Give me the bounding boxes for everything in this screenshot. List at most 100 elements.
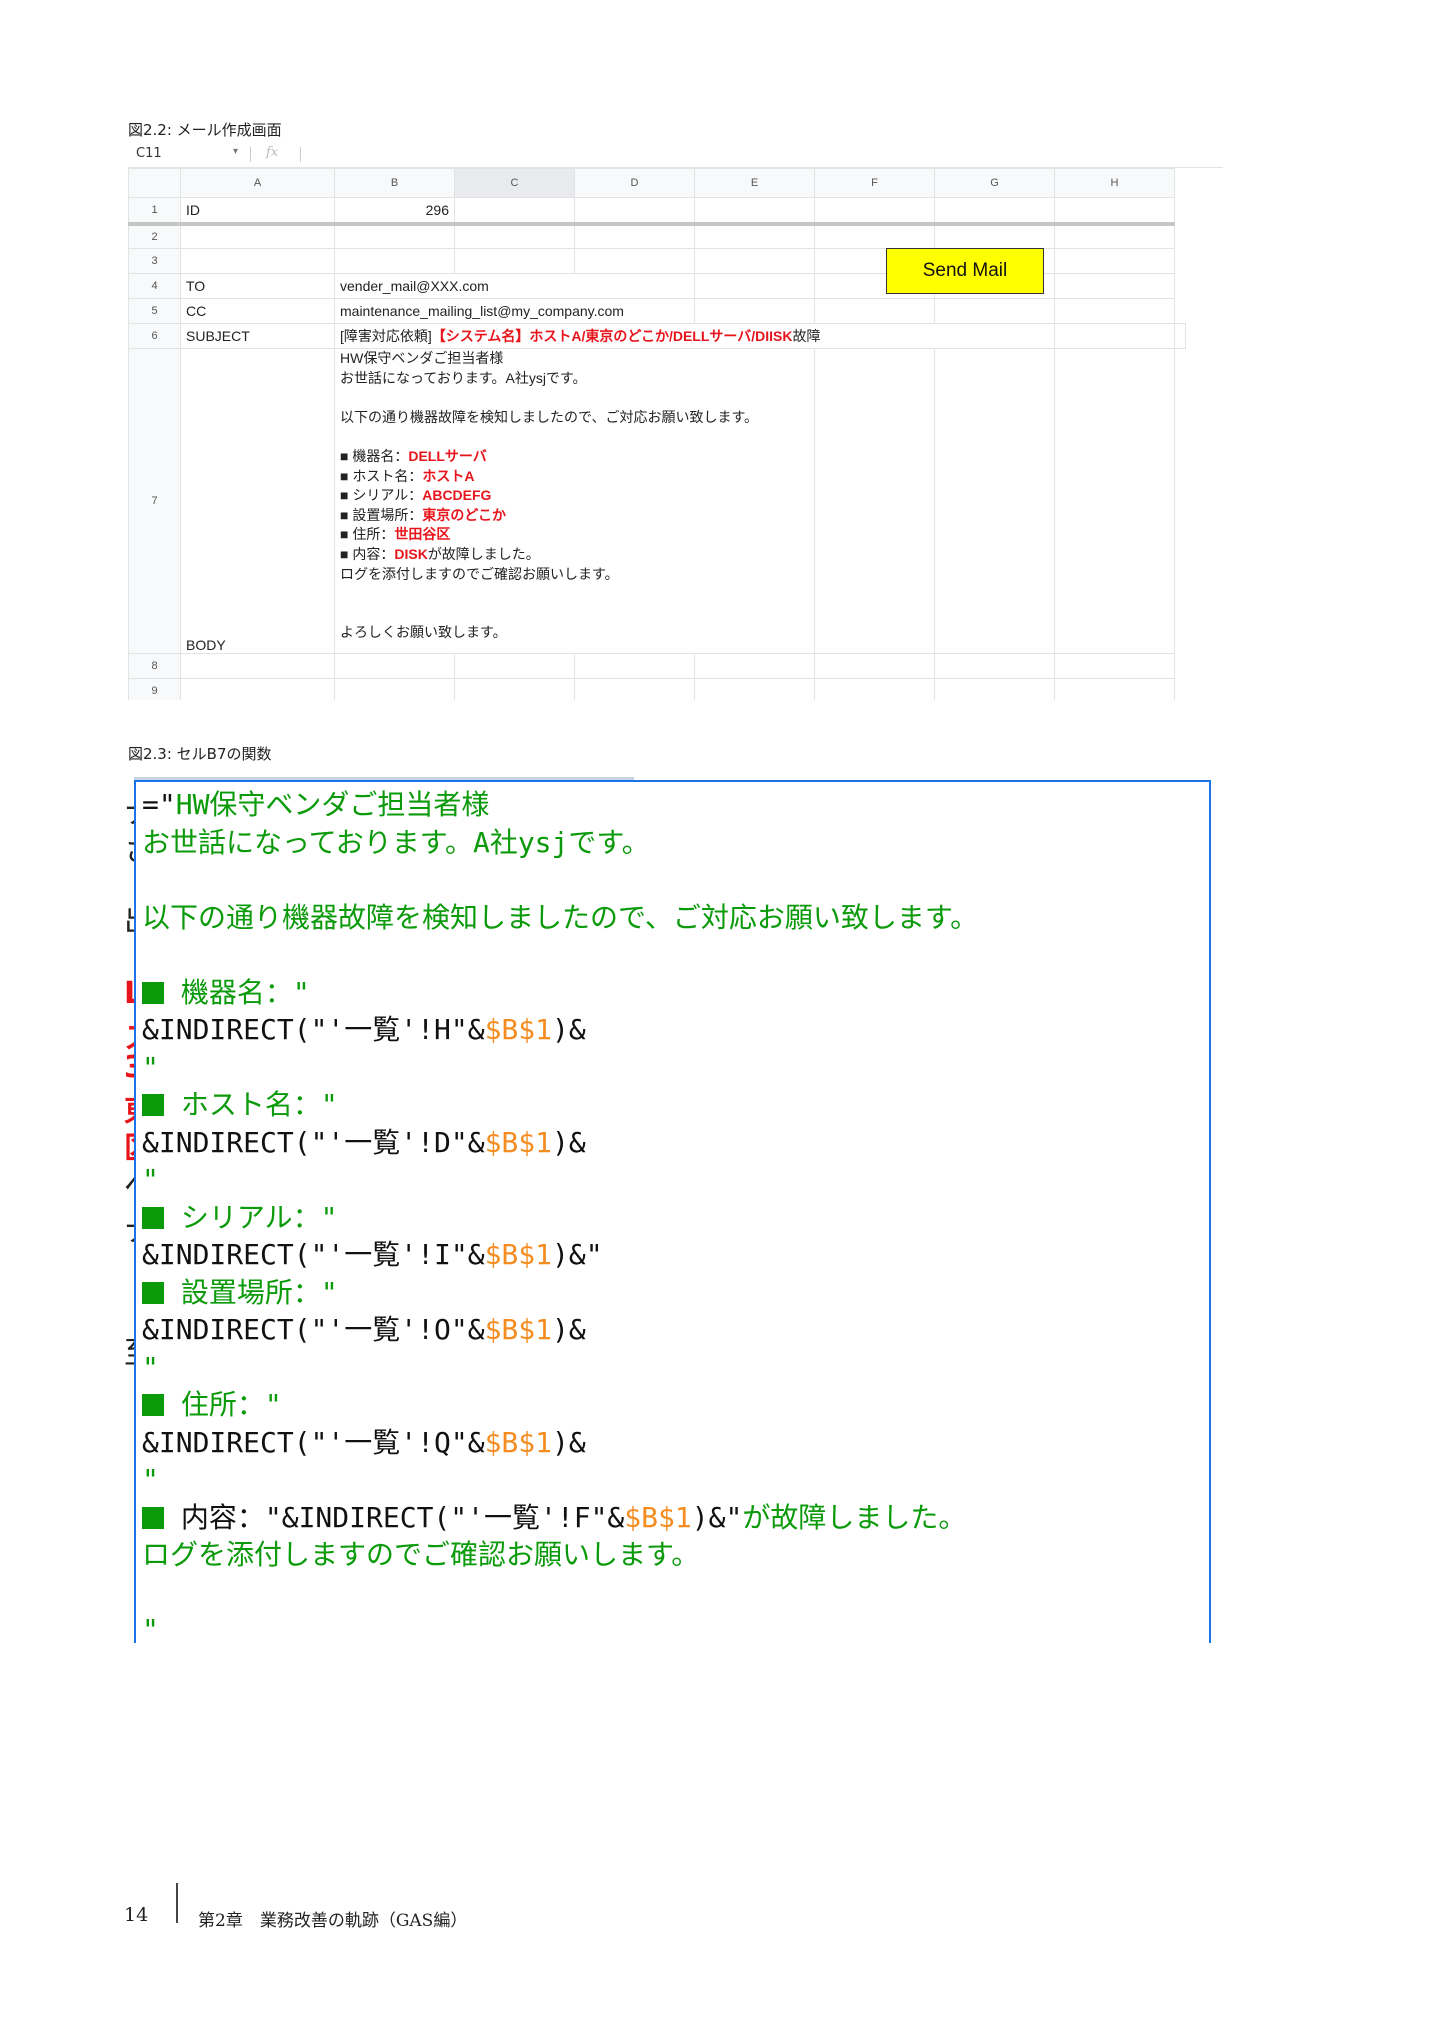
cell-ref-token: $B$1 (484, 1125, 553, 1159)
column-header-d[interactable]: D (574, 168, 695, 198)
cell-b1[interactable]: 296 (334, 197, 455, 226)
cell[interactable] (1054, 653, 1175, 679)
column-header-c[interactable]: C (454, 168, 575, 198)
row-header[interactable]: 9 (128, 678, 181, 700)
cell[interactable] (814, 678, 935, 700)
cell[interactable] (934, 223, 1055, 249)
cell-ref-token: $B$1 (484, 1013, 553, 1046)
figure-2-3-caption: 図2.3: セルB7の関数 (128, 745, 272, 763)
body-line: HW保守ベンダご担当者様 (340, 350, 504, 366)
send-mail-button[interactable]: Send Mail (886, 248, 1044, 294)
item-value: 世田谷区 (394, 526, 451, 543)
table-row: 5 CC maintenance_mailing_list@my_company… (128, 298, 1186, 324)
column-header-g[interactable]: G (934, 168, 1055, 198)
row-header[interactable]: 3 (128, 248, 181, 274)
cell[interactable] (934, 653, 1055, 679)
formula-token: ホスト名：" (164, 1088, 338, 1121)
cell[interactable] (1054, 273, 1175, 299)
body-item: ■ 内容：DISKが故障しました。 (340, 545, 809, 565)
cell[interactable] (574, 653, 695, 679)
square-bullet-icon (142, 1094, 164, 1116)
cell[interactable] (694, 273, 815, 299)
row-header[interactable]: 8 (128, 653, 181, 679)
cell-a1[interactable]: ID (180, 197, 335, 226)
table-row: 7 BODY HW保守ベンダご担当者様 お世話になっております。A社ysjです。… (128, 348, 1186, 654)
column-header-f[interactable]: F (814, 168, 935, 198)
column-header-row: A B C D E F G H (128, 168, 1186, 198)
cell[interactable] (934, 197, 1055, 226)
row-header[interactable]: 4 (128, 273, 181, 299)
cell[interactable] (180, 223, 335, 249)
cell[interactable] (454, 197, 575, 226)
cell[interactable] (934, 678, 1055, 700)
cell[interactable] (574, 223, 695, 249)
formula-text: ="HW保守ベンダご担当者様 お世話になっております。A社ysjです。 以下の通… (142, 786, 978, 1643)
cell[interactable] (454, 653, 575, 679)
column-header-e[interactable]: E (694, 168, 815, 198)
cell[interactable] (814, 197, 935, 226)
cell[interactable] (814, 298, 935, 324)
cell[interactable] (180, 678, 335, 700)
cell[interactable] (814, 223, 935, 249)
cell[interactable] (1054, 678, 1175, 700)
cell[interactable] (1174, 323, 1186, 349)
cell[interactable] (180, 653, 335, 679)
row-header[interactable]: 7 (128, 348, 181, 654)
item-label: ■ 設置場所： (340, 506, 423, 523)
cell[interactable] (934, 298, 1055, 324)
cell[interactable] (934, 348, 1055, 654)
cell[interactable] (694, 197, 815, 226)
cell-b5[interactable]: maintenance_mailing_list@my_company.com (334, 298, 695, 324)
cell-reference[interactable]: C11 (136, 146, 162, 161)
select-all-corner[interactable] (128, 168, 181, 198)
row-header[interactable]: 5 (128, 298, 181, 324)
column-header-b[interactable]: B (334, 168, 455, 198)
cell-b7[interactable]: HW保守ベンダご担当者様 お世話になっております。A社ysjです。 以下の通り機… (334, 348, 815, 654)
cell-b6[interactable]: [障害対応依頼]【システム名】ホストA/東京のどこか/DELLサーバ/DIISK… (334, 323, 1055, 349)
cell[interactable] (814, 348, 935, 654)
formula-token: 内容："&INDIRECT("'一覧'!F"& (164, 1500, 625, 1534)
row-header[interactable]: 6 (128, 323, 181, 349)
column-header-h[interactable]: H (1054, 168, 1175, 198)
cell-ref-token: $B$1 (624, 1500, 692, 1534)
formula-edit-box[interactable]: ="HW保守ベンダご担当者様 お世話になっております。A社ysjです。 以下の通… (134, 780, 1211, 1643)
cell[interactable] (1054, 323, 1175, 349)
cell[interactable] (454, 248, 575, 274)
square-bullet-icon (142, 1506, 164, 1529)
column-header-a[interactable]: A (180, 168, 335, 198)
cell[interactable] (180, 248, 335, 274)
item-value: 東京のどこか (422, 506, 506, 523)
cell-a4[interactable]: TO (180, 273, 335, 299)
square-bullet-icon (142, 1281, 164, 1304)
formula-token: &INDIRECT("'一覧'!I"& (142, 1238, 485, 1271)
cell[interactable] (1054, 348, 1175, 654)
cell[interactable] (574, 197, 695, 226)
cell[interactable] (1054, 248, 1175, 274)
cell-a7[interactable]: BODY (180, 348, 335, 654)
cell-b4[interactable]: vender_mail@XXX.com (334, 273, 695, 299)
chevron-down-icon[interactable]: ▾ (233, 146, 238, 157)
cell-a5[interactable]: CC (180, 298, 335, 324)
cell-a6[interactable]: SUBJECT (180, 323, 335, 349)
cell[interactable] (334, 678, 455, 700)
cell[interactable] (1054, 298, 1175, 324)
cell[interactable] (334, 248, 455, 274)
cell[interactable] (694, 248, 815, 274)
cell[interactable] (694, 223, 815, 249)
row-header[interactable]: 1 (128, 197, 181, 226)
cell[interactable] (334, 653, 455, 679)
cell[interactable] (694, 298, 815, 324)
formula-token: " (142, 1163, 159, 1196)
cell[interactable] (694, 678, 815, 700)
cell[interactable] (334, 223, 455, 249)
cell[interactable] (454, 223, 575, 249)
cell[interactable] (814, 653, 935, 679)
cell[interactable] (574, 678, 695, 700)
cell[interactable] (574, 248, 695, 274)
cell[interactable] (1054, 223, 1175, 249)
row-header[interactable]: 2 (128, 223, 181, 249)
formula-token: &INDIRECT("'一覧'!H"& (142, 1013, 485, 1046)
cell[interactable] (694, 653, 815, 679)
cell[interactable] (1054, 197, 1175, 226)
cell[interactable] (454, 678, 575, 700)
